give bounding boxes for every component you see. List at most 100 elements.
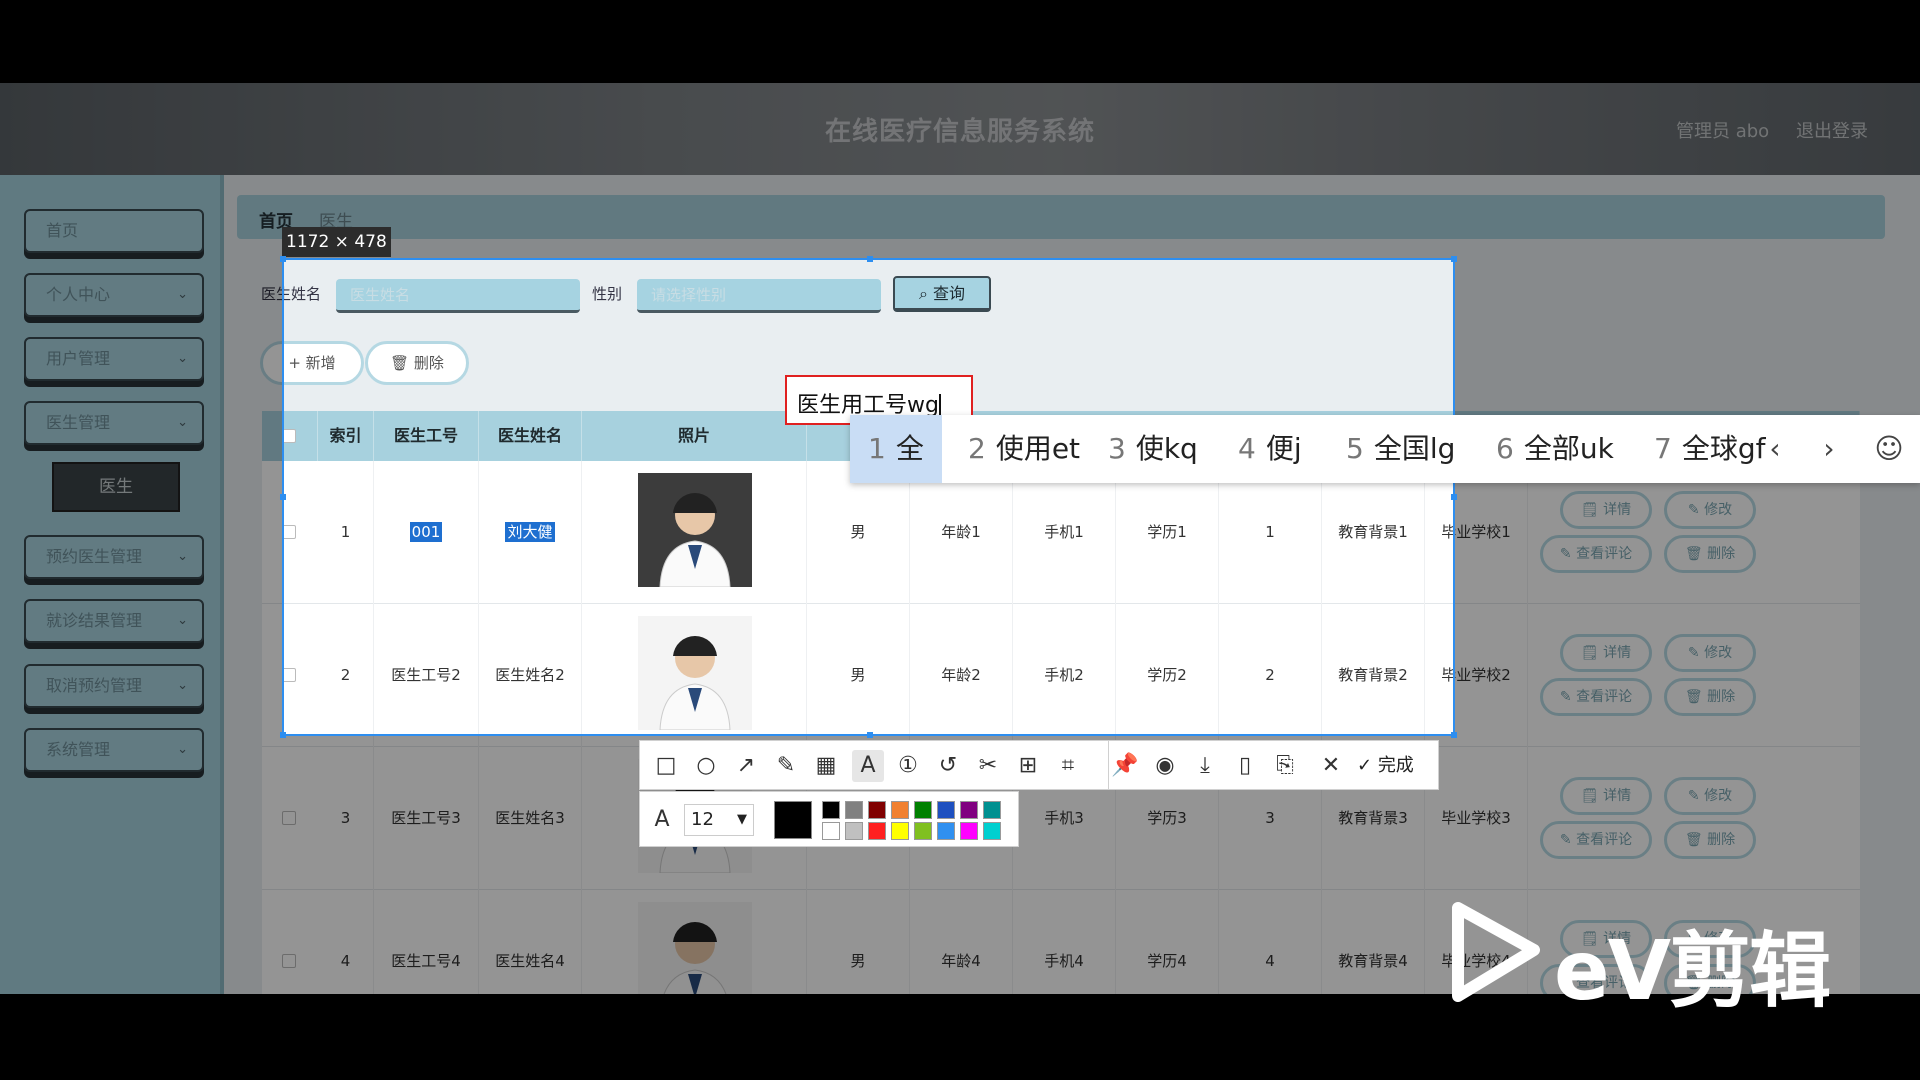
ocr-icon[interactable]: ⌗ <box>1052 750 1084 782</box>
color-swatch[interactable] <box>960 801 978 819</box>
cell-text: 001 <box>409 522 443 542</box>
ime-candidate[interactable]: 5 全国lg <box>1328 415 1470 483</box>
color-swatch[interactable] <box>868 801 886 819</box>
candidate-text: 使kq <box>1135 432 1198 465</box>
cell-no: 医生工号2 <box>374 604 479 747</box>
ime-candidate[interactable]: 2 使用et <box>950 415 1082 483</box>
row-checkbox[interactable] <box>282 525 296 539</box>
emoji-icon[interactable]: ☺ <box>1864 415 1914 483</box>
ime-candidate[interactable]: 3 使kq <box>1090 415 1212 483</box>
cell-text: 2 <box>1265 666 1275 684</box>
doctor-photo-cell <box>582 461 807 604</box>
ev-watermark: eV剪辑 <box>1446 902 1831 1019</box>
candidate-number: 2 <box>968 432 986 465</box>
candidate-number: 1 <box>868 432 886 465</box>
delete-button[interactable]: 🗑 删除 <box>365 341 469 385</box>
candidate-text: 全部uk <box>1523 432 1614 465</box>
cell-text: 医生姓名2 <box>495 666 565 684</box>
header-doctor-no: 医生工号 <box>374 411 479 461</box>
candidate-number: 7 <box>1654 432 1672 465</box>
scissor-icon[interactable]: ✂ <box>972 750 1004 782</box>
cell-text: 手机1 <box>1044 523 1084 541</box>
current-color-swatch[interactable] <box>774 801 812 839</box>
capture-toolbar-right: 📌 ◉ ⤓ ▯ ⎘ ✕ ✓ 完成 <box>1109 740 1439 790</box>
color-swatch[interactable] <box>914 822 932 840</box>
pin-icon[interactable]: 📌 <box>1109 750 1141 782</box>
cell-text: 男 <box>850 523 866 541</box>
color-swatch[interactable] <box>937 801 955 819</box>
pen-icon[interactable]: ✎ <box>770 750 802 782</box>
cell-index: 2 <box>318 604 374 747</box>
text-icon[interactable]: A <box>852 750 884 782</box>
search-icon: ⌕ <box>918 284 934 303</box>
capture-dim-left <box>0 258 282 736</box>
color-swatch[interactable] <box>960 822 978 840</box>
cell-text: 2 <box>340 666 351 684</box>
select-all-checkbox[interactable] <box>282 429 296 443</box>
arrow-icon[interactable]: ↗ <box>730 750 762 782</box>
cell-text: 年龄1 <box>941 523 981 541</box>
capture-toolbar: □ ○ ↗ ✎ ▦ A ① ↺ ✂ ⊞ ⌗ <box>639 740 1109 790</box>
ime-next-icon[interactable]: › <box>1804 415 1854 483</box>
cell-age: 年龄2 <box>910 604 1013 747</box>
color-swatch[interactable] <box>822 801 840 819</box>
cell-name: 刘大健 <box>479 461 582 604</box>
cell-text: 学历2 <box>1147 666 1187 684</box>
ime-candidate[interactable]: 1全 <box>850 415 942 483</box>
doctor-name-input[interactable]: 医生姓名 <box>336 279 580 313</box>
cell-text: 学历1 <box>1147 523 1187 541</box>
gender-select[interactable]: 请选择性别 <box>637 279 881 313</box>
undo-icon[interactable]: ↺ <box>932 750 964 782</box>
ime-candidate-bar: 1 全 2 使用et 3 使kq 4 便j 5 全国lg 6 全部uk 7 全球gf ‹ › ☺ <box>850 415 1920 483</box>
font-size-value: 12 <box>691 809 714 830</box>
cell-num: 2 <box>1219 604 1322 747</box>
number-icon[interactable]: ① <box>892 750 924 782</box>
doctor-photo-cell <box>582 604 807 747</box>
watermark-text: eV剪辑 <box>1554 924 1831 1019</box>
mosaic-icon[interactable]: ▦ <box>810 750 842 782</box>
query-button-label: 查询 <box>933 284 966 303</box>
cell-text: 刘大健 <box>505 522 555 542</box>
long-screenshot-icon[interactable]: ▯ <box>1229 750 1261 782</box>
cell-text: 医生工号2 <box>391 666 461 684</box>
record-icon[interactable]: ◉ <box>1149 750 1181 782</box>
candidate-text: 全 <box>895 432 924 465</box>
ime-prev-icon[interactable]: ‹ <box>1750 415 1800 483</box>
color-swatch[interactable] <box>914 801 932 819</box>
close-icon[interactable]: ✕ <box>1315 750 1347 782</box>
color-swatch[interactable] <box>937 822 955 840</box>
color-swatch[interactable] <box>983 801 1001 819</box>
color-swatch[interactable] <box>983 822 1001 840</box>
candidate-number: 4 <box>1238 432 1256 465</box>
ime-candidate[interactable]: 7 全球gf <box>1636 415 1766 483</box>
done-button[interactable]: ✓ 完成 <box>1357 750 1414 782</box>
candidate-text: 便j <box>1265 432 1302 465</box>
rectangle-icon[interactable]: □ <box>650 750 682 782</box>
color-swatch[interactable] <box>845 801 863 819</box>
done-label: 完成 <box>1377 755 1414 776</box>
color-swatch[interactable] <box>822 822 840 840</box>
cell-text: 教育背景1 <box>1338 523 1408 541</box>
cell-index: 1 <box>318 461 374 604</box>
cell-bg: 教育背景2 <box>1322 604 1425 747</box>
capture-dim-right <box>1455 258 1920 736</box>
text-style-bar: A 12 ▼ <box>639 791 1019 847</box>
query-button[interactable]: ⌕ 查询 <box>893 276 991 312</box>
row-checkbox[interactable] <box>282 668 296 682</box>
header-doctor-name: 医生姓名 <box>479 411 582 461</box>
ime-candidate[interactable]: 6 全部uk <box>1478 415 1628 483</box>
download-icon[interactable]: ⤓ <box>1189 750 1221 782</box>
check-icon: ✓ <box>1357 755 1378 776</box>
color-swatch[interactable] <box>868 822 886 840</box>
font-size-select[interactable]: 12 ▼ <box>684 804 754 836</box>
ellipse-icon[interactable]: ○ <box>690 750 722 782</box>
color-swatch[interactable] <box>845 822 863 840</box>
font-icon: A <box>654 807 670 832</box>
ime-candidate[interactable]: 4 便j <box>1220 415 1320 483</box>
color-swatch[interactable] <box>891 801 909 819</box>
dropdown-icon: ▼ <box>737 812 747 827</box>
translate-icon[interactable]: ⊞ <box>1012 750 1044 782</box>
color-swatch[interactable] <box>891 822 909 840</box>
cell-text: 男 <box>850 666 866 684</box>
bookmark-icon[interactable]: ⎘ <box>1269 750 1301 782</box>
